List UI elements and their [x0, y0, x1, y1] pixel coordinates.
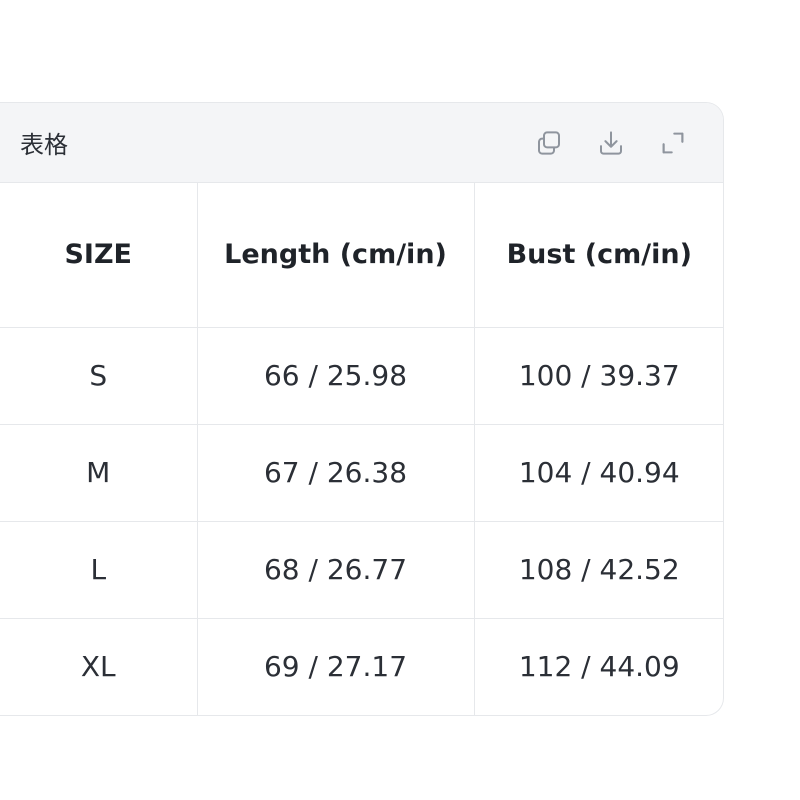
cell-size: L	[0, 521, 198, 619]
download-button[interactable]	[595, 127, 627, 159]
table-row: XL 69 / 27.17 112 / 44.09	[0, 618, 723, 715]
cell-length: 69 / 27.17	[197, 618, 475, 715]
table-row: M 67 / 26.38 104 / 40.94	[0, 424, 723, 522]
cell-bust: 108 / 42.52	[474, 521, 723, 619]
table-toolbar	[533, 127, 689, 159]
table-card-header: 表格	[0, 103, 723, 183]
expand-button[interactable]	[657, 127, 689, 159]
table-card-title: 表格	[20, 131, 68, 159]
cell-bust: 104 / 40.94	[474, 424, 723, 522]
copy-icon	[538, 130, 560, 155]
table-header-row: SIZE Length (cm/in) Bust (cm/in)	[0, 183, 723, 328]
copy-button[interactable]	[533, 127, 565, 159]
download-icon	[600, 130, 622, 155]
column-header-length: Length (cm/in)	[197, 183, 475, 328]
cell-bust: 112 / 44.09	[518, 650, 680, 684]
table-row: S 66 / 25.98 100 / 39.37	[0, 327, 723, 425]
cell-size: M	[0, 424, 198, 522]
column-header-size: SIZE	[0, 183, 198, 328]
size-table: SIZE Length (cm/in) Bust (cm/in) S 66 / …	[0, 183, 723, 715]
expand-icon	[662, 132, 684, 153]
cell-length: 66 / 25.98	[197, 327, 475, 425]
cell-length: 67 / 26.38	[197, 424, 475, 522]
cell-bust: 100 / 39.37	[474, 327, 723, 425]
column-header-bust: Bust (cm/in)	[474, 183, 723, 328]
cell-size: XL	[0, 618, 198, 715]
cell-size: S	[0, 327, 198, 425]
table-card: 表格 SIZE Length (cm/in) Bust (cm/in) S 66…	[0, 102, 724, 716]
table-row: L 68 / 26.77 108 / 42.52	[0, 521, 723, 619]
cell-length: 68 / 26.77	[197, 521, 475, 619]
